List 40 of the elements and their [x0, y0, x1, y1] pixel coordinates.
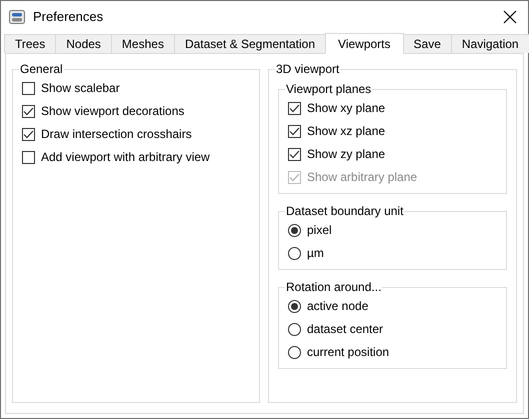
tab[interactable]: Viewports	[325, 33, 404, 54]
checkbox[interactable]	[22, 150, 35, 164]
tab[interactable]: Save	[402, 34, 452, 53]
checkbox[interactable]	[288, 148, 301, 160]
radio-label: dataset center	[307, 322, 384, 336]
group-title: Viewport planes	[285, 82, 372, 96]
radio-button[interactable]	[288, 246, 301, 260]
radio-label: pixel	[307, 223, 332, 237]
checkbox-label: Show scalebar	[41, 81, 120, 95]
checkbox[interactable]	[22, 128, 35, 140]
checkbox-label: Draw intersection crosshairs	[41, 127, 192, 141]
checkbox[interactable]	[288, 124, 301, 138]
radio-button[interactable]	[288, 300, 301, 312]
radio-button[interactable]	[288, 224, 301, 236]
checkbox-label: Show xz plane	[307, 124, 386, 138]
radio-label: µm	[307, 246, 324, 260]
checkbox[interactable]	[22, 104, 35, 118]
tab[interactable]: Trees	[4, 34, 56, 53]
close-button[interactable]	[502, 8, 518, 24]
checkbox-label: Add viewport with arbitrary view	[41, 150, 210, 164]
radio-button[interactable]	[288, 346, 301, 358]
tab[interactable]: Meshes	[110, 34, 175, 53]
checkbox-label: Show zy plane	[307, 147, 386, 161]
toggle-switch-icon	[9, 10, 25, 24]
tab[interactable]: Nodes	[55, 34, 112, 53]
radio-label: current position	[307, 345, 390, 359]
checkbox-label: Show viewport decorations	[41, 104, 184, 118]
window-title: Preferences	[33, 9, 104, 24]
checkbox[interactable]	[22, 82, 35, 94]
checkbox-label: Show xy plane	[307, 101, 386, 115]
group-title: Rotation around...	[285, 280, 382, 294]
group-title: General	[19, 62, 64, 76]
radio-button[interactable]	[288, 322, 301, 336]
checkbox[interactable]	[288, 102, 301, 114]
tab[interactable]: Dataset & Segmentation	[174, 34, 326, 53]
group-title: 3D viewport	[275, 62, 340, 76]
checkbox-label: Show arbitrary plane	[307, 170, 418, 184]
radio-label: active node	[307, 299, 368, 313]
tab[interactable]: Navigation	[450, 34, 529, 53]
group-title: Dataset boundary unit	[285, 204, 404, 218]
